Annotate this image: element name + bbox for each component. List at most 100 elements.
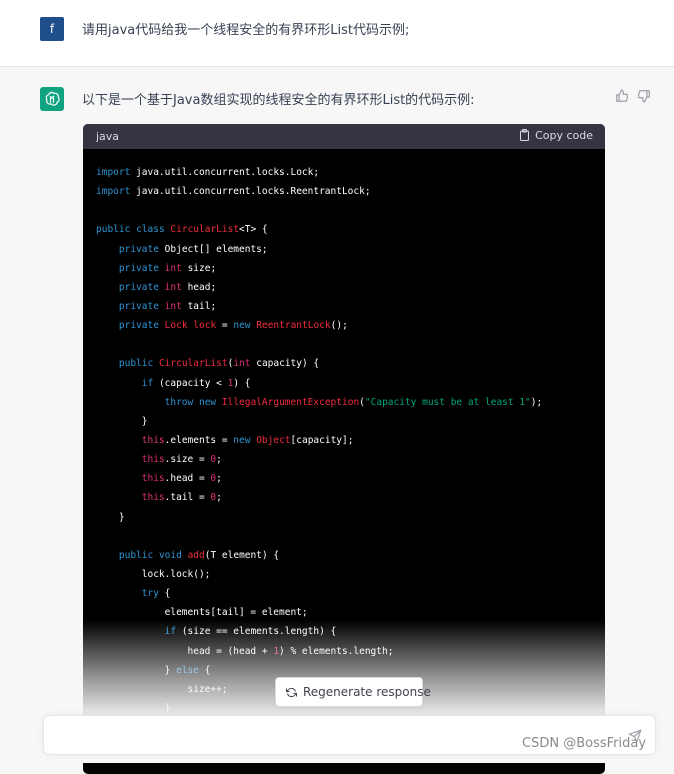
code-token: private <box>118 281 159 293</box>
code-token: private <box>118 262 159 274</box>
code-token: try <box>141 588 159 600</box>
user-message-text: 请用java代码给我一个线程安全的有界环形List代码示例; <box>82 23 410 38</box>
code-token: public <box>96 224 131 236</box>
code-line: import java.util.concurrent.locks.Lock; <box>96 163 596 182</box>
code-token: (T element) { <box>204 549 280 561</box>
code-line: this.elements = new Object[capacity]; <box>96 431 596 450</box>
code-token: new <box>233 320 251 332</box>
copy-code-label: Copy code <box>535 129 593 142</box>
code-token: = <box>216 320 234 332</box>
code-token: int <box>164 300 182 312</box>
code-token: } <box>96 511 125 523</box>
code-line: public class CircularList<T> { <box>96 220 596 239</box>
copy-code-button[interactable]: Copy code <box>519 129 593 142</box>
code-block-header: java Copy code <box>83 124 605 149</box>
code-token: (); <box>330 320 348 332</box>
code-token: lock.lock(); <box>96 568 211 580</box>
code-token: } <box>96 664 177 676</box>
code-token: this <box>141 454 165 466</box>
code-token: { <box>198 664 211 676</box>
code-language-label: java <box>96 130 120 143</box>
code-line: private Lock lock = new ReentrantLock(); <box>96 316 596 335</box>
code-line: public CircularList(int capacity) { <box>96 354 596 373</box>
code-token: public <box>118 358 154 370</box>
code-token: class <box>136 224 165 236</box>
code-token: (size == elements.length) { <box>176 626 337 638</box>
code-token: int <box>164 262 182 274</box>
code-token: int <box>233 358 251 370</box>
refresh-icon <box>286 687 297 698</box>
code-token: .head = <box>164 473 211 485</box>
code-line: this.tail = 0; <box>96 488 596 507</box>
code-token: if <box>141 377 154 389</box>
code-token: void <box>158 549 182 561</box>
code-token: private <box>118 320 159 332</box>
regenerate-response-button[interactable]: Regenerate response <box>275 677 431 707</box>
code-line: } <box>96 508 596 527</box>
chatgpt-logo-icon <box>40 87 64 111</box>
code-token: this <box>141 434 165 446</box>
code-token: CircularList <box>170 224 240 236</box>
code-token: else <box>176 664 199 676</box>
code-line: if (capacity < 1) { <box>96 374 596 393</box>
code-token: public <box>118 549 154 561</box>
code-line: this.head = 0; <box>96 469 596 488</box>
code-token: { <box>158 588 171 600</box>
thumbs-down-icon[interactable] <box>637 88 651 103</box>
code-line: if (size == elements.length) { <box>96 622 596 641</box>
code-token: .elements = <box>164 434 234 446</box>
code-line: private int size; <box>96 259 596 278</box>
code-token: [capacity]; <box>290 434 354 446</box>
code-line: private int tail; <box>96 297 596 316</box>
code-line: try { <box>96 584 596 603</box>
code-token: lock <box>193 320 217 332</box>
code-token: .tail = <box>164 492 211 504</box>
code-token: "Capacity must be at least 1" <box>364 396 531 408</box>
code-token: Object[] elements; <box>158 243 268 255</box>
code-token: java.util.concurrent.locks.ReentrantLock… <box>130 186 371 198</box>
code-line: elements[tail] = element; <box>96 603 596 622</box>
code-line: public void add(T element) { <box>96 546 596 565</box>
code-token: head; <box>181 281 217 293</box>
code-line: lock.lock(); <box>96 565 596 584</box>
code-token: IllegalArgumentException <box>221 396 360 408</box>
code-token: java.util.concurrent.locks.Lock; <box>130 167 320 178</box>
code-token: int <box>164 281 182 293</box>
code-token: this <box>141 473 165 485</box>
user-avatar: f <box>40 17 64 41</box>
code-token: throw <box>164 396 194 408</box>
user-message-row: f 请用java代码给我一个线程安全的有界环形List代码示例; <box>0 0 674 67</box>
code-token: <T> { <box>239 224 268 236</box>
code-token: import <box>96 186 131 198</box>
code-token: private <box>118 243 159 255</box>
code-line: } <box>96 412 596 431</box>
code-token: this <box>141 492 165 504</box>
code-token: if <box>164 626 177 638</box>
code-token: ReentrantLock <box>256 320 331 332</box>
assistant-message-row: 以下是一个基于Java数组实现的线程安全的有界环形List的代码示例: java… <box>0 67 674 774</box>
code-token: size; <box>181 262 217 274</box>
code-token: Object <box>256 434 291 446</box>
code-token: ; <box>216 454 222 466</box>
code-token: ); <box>530 396 543 408</box>
thumbs-up-icon[interactable] <box>615 88 629 102</box>
clipboard-icon <box>520 129 530 141</box>
code-token: ; <box>216 473 222 485</box>
code-token: new <box>198 396 217 408</box>
code-line: head = (head + 1) % elements.length; <box>96 642 596 661</box>
